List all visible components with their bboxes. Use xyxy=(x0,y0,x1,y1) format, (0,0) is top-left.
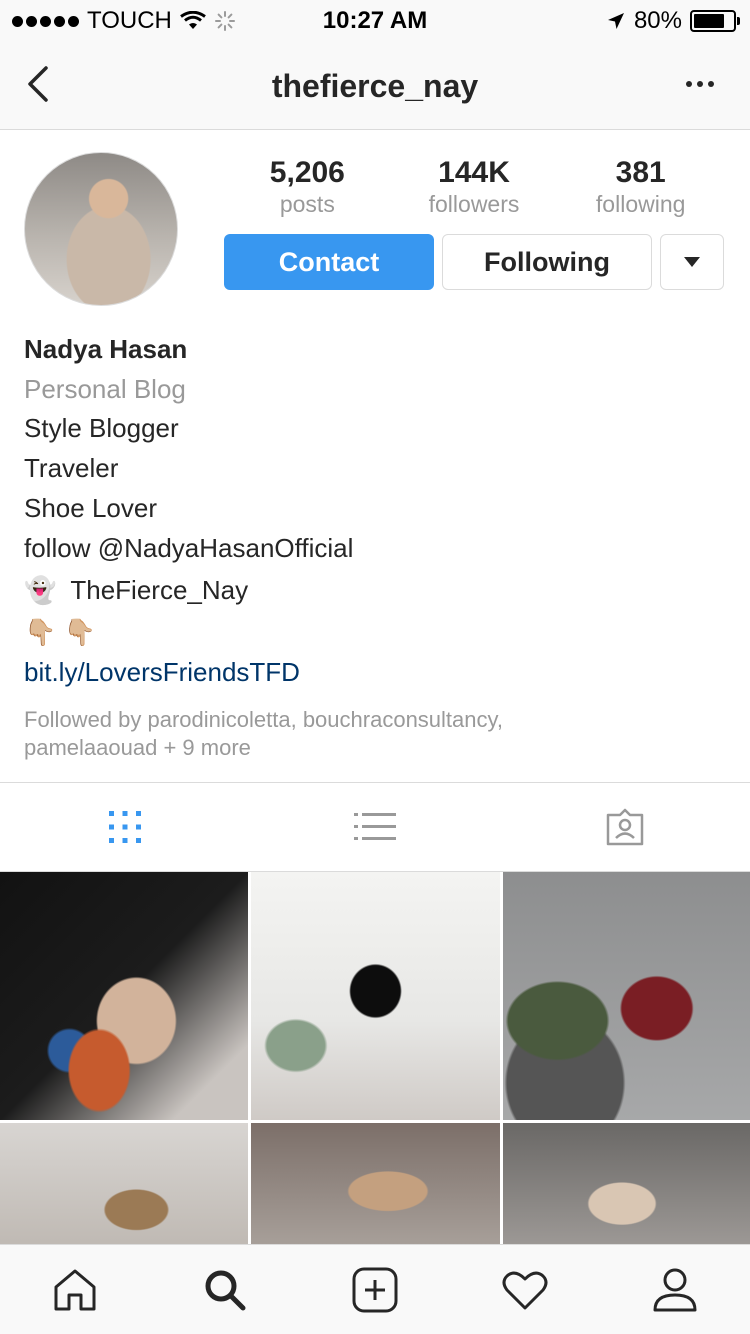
photo-thumbnail[interactable] xyxy=(0,872,248,1120)
pointing-down-icon: 👇🏼 👇🏼 xyxy=(24,617,96,647)
photo-thumbnail[interactable] xyxy=(503,872,750,1120)
stat-posts[interactable]: 5,206 posts xyxy=(224,156,391,218)
nav-bar: thefierce_nay xyxy=(0,40,750,130)
list-view-icon xyxy=(354,813,396,840)
new-post-icon xyxy=(352,1267,398,1312)
battery-percent: 80% xyxy=(633,7,682,34)
tagged-photos-icon xyxy=(606,808,644,846)
tabbar-activity[interactable] xyxy=(450,1245,600,1334)
bio-line: follow @NadyaHasanOfficial xyxy=(24,533,354,563)
caret-down-icon xyxy=(684,257,700,267)
page-title: thefierce_nay xyxy=(271,68,479,104)
bio-link[interactable]: bit.ly/LoversFriendsTFD xyxy=(24,652,724,692)
activity-heart-icon xyxy=(502,1271,548,1309)
profile-view-tabs xyxy=(0,782,750,872)
following-count: 381 xyxy=(615,156,666,189)
profile-bio: Nadya Hasan Personal Blog Style Blogger … xyxy=(24,332,724,762)
avatar[interactable] xyxy=(24,152,178,306)
snapchat-line: 👻 TheFierce_Nay xyxy=(24,568,724,612)
photo-thumbnail[interactable] xyxy=(503,1123,750,1244)
bottom-tab-bar xyxy=(0,1244,750,1334)
bio-line: Traveler xyxy=(24,453,119,483)
contact-button[interactable]: Contact xyxy=(224,234,434,290)
home-icon xyxy=(54,1269,96,1310)
stat-following[interactable]: 381 following xyxy=(557,156,724,218)
photo-grid xyxy=(0,872,750,1244)
photo-thumbnail[interactable] xyxy=(0,1123,248,1244)
more-options-button[interactable] xyxy=(678,64,722,104)
photo-thumbnail[interactable] xyxy=(251,1123,500,1244)
posts-label: posts xyxy=(279,191,335,217)
suggested-dropdown-button[interactable] xyxy=(660,234,724,290)
profile-name: Nadya Hasan xyxy=(24,334,188,364)
grid-view-icon xyxy=(109,811,141,843)
tabbar-home[interactable] xyxy=(0,1245,150,1334)
tab-tagged[interactable] xyxy=(500,783,750,871)
profile-stats: 5,206 posts 144K followers 381 following xyxy=(224,156,724,218)
posts-count: 5,206 xyxy=(269,156,345,189)
followers-count: 144K xyxy=(438,156,510,189)
tab-list[interactable] xyxy=(250,783,500,871)
profile-category: Personal Blog xyxy=(24,374,186,404)
following-label: following xyxy=(595,191,686,217)
bio-line: Style Blogger xyxy=(24,413,179,443)
snapchat-name: TheFierce_Nay xyxy=(70,575,249,605)
battery-icon xyxy=(690,10,740,32)
profile-icon xyxy=(653,1268,697,1311)
location-arrow-icon xyxy=(607,13,624,29)
status-bar: TOUCH 10:27 AM 80% xyxy=(0,0,750,40)
followers-label: followers xyxy=(428,191,520,217)
photo-thumbnail[interactable] xyxy=(251,872,500,1120)
search-icon xyxy=(205,1270,246,1310)
following-button[interactable]: Following xyxy=(442,234,652,290)
tabbar-new-post[interactable] xyxy=(300,1245,450,1334)
more-dots-icon xyxy=(686,81,692,87)
ghost-icon: 👻 xyxy=(24,575,57,605)
tabbar-profile[interactable] xyxy=(600,1245,750,1334)
bio-line: Shoe Lover xyxy=(24,493,157,523)
tabbar-search[interactable] xyxy=(150,1245,300,1334)
stat-followers[interactable]: 144K followers xyxy=(391,156,558,218)
followed-by-text[interactable]: Followed by parodinicoletta, bouchracons… xyxy=(24,706,624,762)
status-right: 80% xyxy=(606,7,740,35)
tab-grid[interactable] xyxy=(0,783,250,871)
